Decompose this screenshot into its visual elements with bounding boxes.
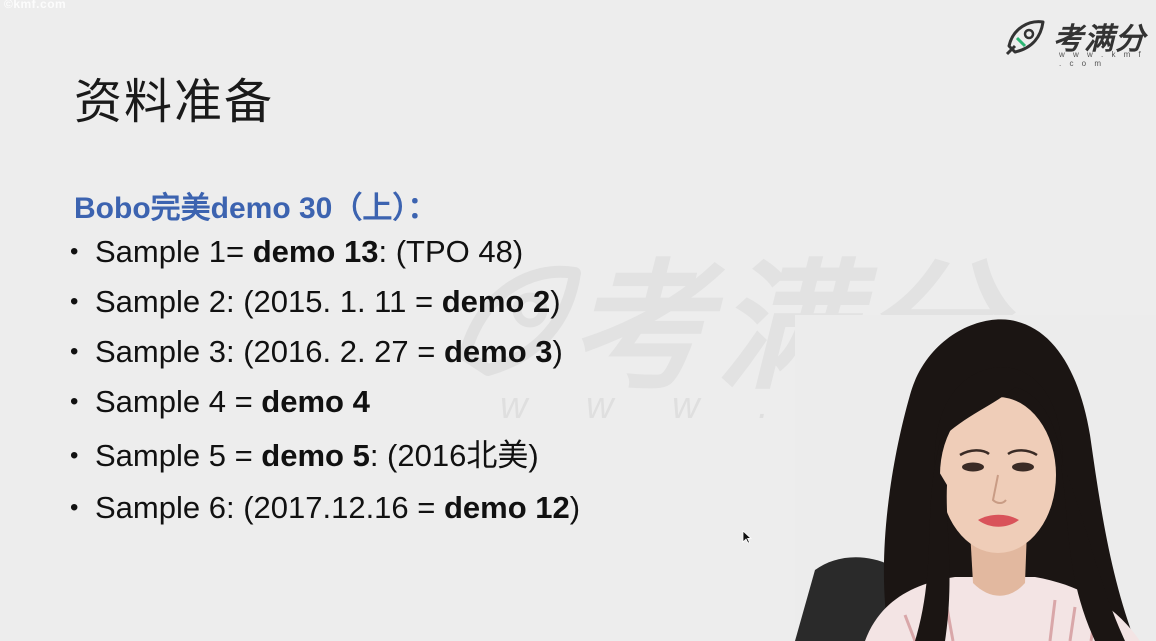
item-note: : (2016北美)	[369, 438, 539, 473]
list-item: Sample 6: (2017.12.16 = demo 12)	[70, 490, 580, 526]
item-text: Sample 1=	[95, 234, 253, 269]
item-demo: demo 2	[441, 284, 551, 319]
list-item: Sample 4 = demo 4	[70, 384, 580, 420]
item-note: )	[569, 490, 581, 525]
sample-list: Sample 1= demo 13: (TPO 48) Sample 2: (2…	[70, 234, 580, 526]
item-note: : (TPO 48)	[378, 234, 524, 269]
presenter-video	[795, 315, 1156, 641]
corner-watermark: ©kmf.com	[4, 0, 67, 11]
list-item: Sample 1= demo 13: (TPO 48)	[70, 234, 580, 270]
item-text: Sample 4 =	[95, 384, 262, 419]
item-demo: demo 5	[261, 438, 370, 473]
item-text: Sample 5 =	[95, 438, 262, 473]
item-text: Sample 6: (2017.12.16 =	[95, 490, 444, 525]
item-note: )	[552, 334, 563, 369]
item-text: Sample 2: (2015. 1. 11 =	[95, 284, 442, 319]
brand-url: w w w . k m f . c o m	[1059, 50, 1144, 68]
item-demo: demo 13	[252, 234, 379, 269]
presenter-illustration	[795, 319, 1140, 641]
slide: ©kmf.com 考满分 w w w . k m f . c o m 考满分 w…	[0, 0, 1156, 641]
page-title: 资料准备	[74, 76, 275, 129]
list-item: Sample 2: (2015. 1. 11 = demo 2)	[70, 284, 580, 320]
item-demo: demo 12	[444, 490, 570, 525]
list-item: Sample 5 = demo 5: (2016北美)	[70, 438, 580, 474]
item-text: Sample 3: (2016. 2. 27 =	[95, 334, 444, 369]
item-note: )	[550, 284, 561, 319]
brand-logo: 考满分 w w w . k m f . c o m	[1003, 12, 1148, 68]
mouse-cursor-icon	[742, 530, 752, 544]
item-demo: demo 4	[261, 384, 370, 419]
item-demo: demo 3	[443, 334, 553, 369]
list-item: Sample 3: (2016. 2. 27 = demo 3)	[70, 334, 580, 370]
rocket-icon	[1005, 20, 1045, 56]
section-subtitle: Bobo完美demo 30（上）：	[74, 192, 438, 225]
